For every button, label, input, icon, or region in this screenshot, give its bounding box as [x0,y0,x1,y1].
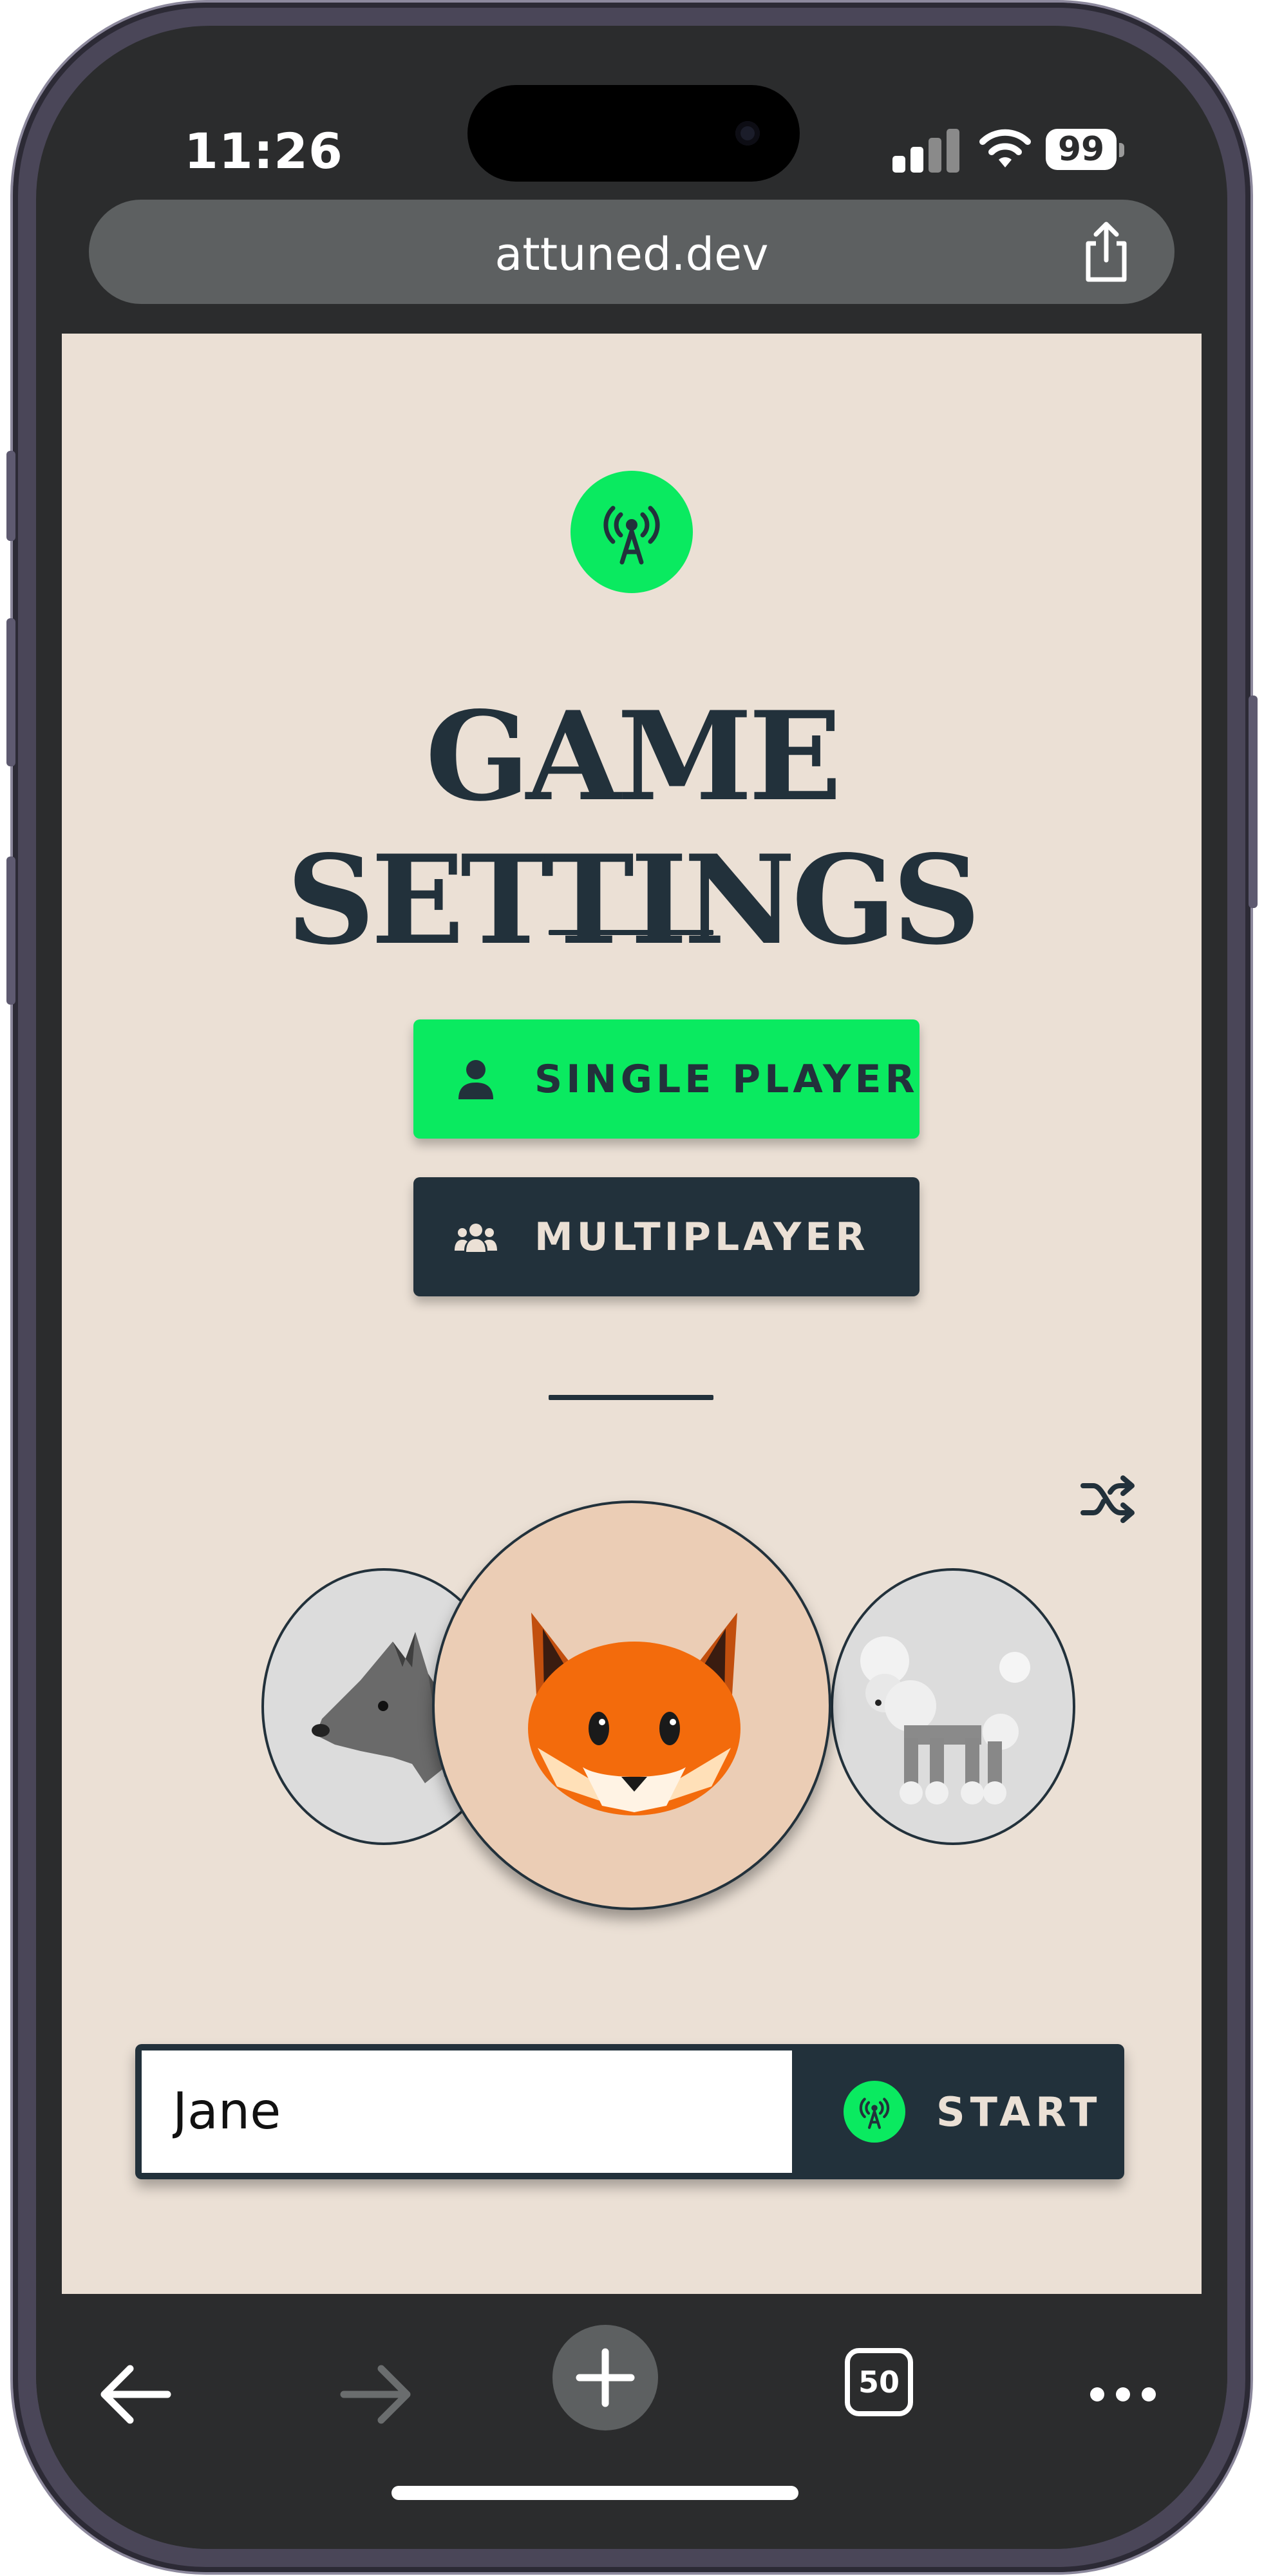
volume-up-button [6,618,15,766]
camera-icon [735,121,760,146]
multiplayer-button[interactable]: MULTIPLAYER [413,1177,920,1296]
group-icon [455,1223,497,1252]
player-name-input[interactable] [142,2050,792,2173]
url-text[interactable]: attuned.dev [89,228,1174,281]
page-title: GAME SETTINGS [286,685,981,972]
more-icon[interactable] [1071,2343,1174,2446]
multiplayer-label: MULTIPLAYER [534,1214,869,1260]
new-tab-button[interactable] [552,2325,658,2430]
signal-icon [892,129,959,173]
antenna-icon [859,2098,890,2129]
shuffle-icon[interactable] [1079,1470,1137,1528]
divider-top [549,930,713,935]
start-logo [844,2081,905,2143]
page-viewport: GAME SETTINGS SINGLE PLAYER MULTIPLAYER [62,334,1202,2294]
start-button[interactable]: START [793,2044,1124,2179]
start-label: START [936,2088,1102,2136]
forward-icon[interactable] [325,2343,428,2446]
browser-toolbar: 50 [36,2294,1227,2549]
single-player-label: SINGLE PLAYER [534,1056,919,1102]
poodle-icon [860,1636,1030,1804]
antenna-icon [603,506,660,565]
divider-bottom [549,1395,713,1400]
action-button [6,451,15,541]
home-indicator[interactable] [391,2486,798,2500]
avatar-poodle[interactable] [831,1568,1075,1845]
share-icon[interactable] [1077,220,1136,285]
back-icon[interactable] [84,2343,187,2446]
person-icon [458,1059,493,1099]
wifi-icon [979,129,1031,167]
screen: 11:26 99 attuned.dev GAME SETTINGS SINGL… [36,26,1227,2549]
status-time: 11:26 [184,122,343,180]
tabs-icon[interactable]: 50 [845,2348,913,2416]
volume-down-button [6,857,15,1005]
avatar-fox-selected[interactable] [432,1501,831,1910]
fox-icon [528,1613,740,1815]
new-tab-icon [576,2348,635,2407]
power-button [1249,696,1258,908]
battery-icon: 99 [1046,129,1124,170]
single-player-button[interactable]: SINGLE PLAYER [413,1019,920,1139]
app-logo[interactable] [571,471,693,593]
start-bar: START [135,2044,1124,2179]
address-bar[interactable]: attuned.dev [89,200,1174,304]
dynamic-island [467,85,800,182]
